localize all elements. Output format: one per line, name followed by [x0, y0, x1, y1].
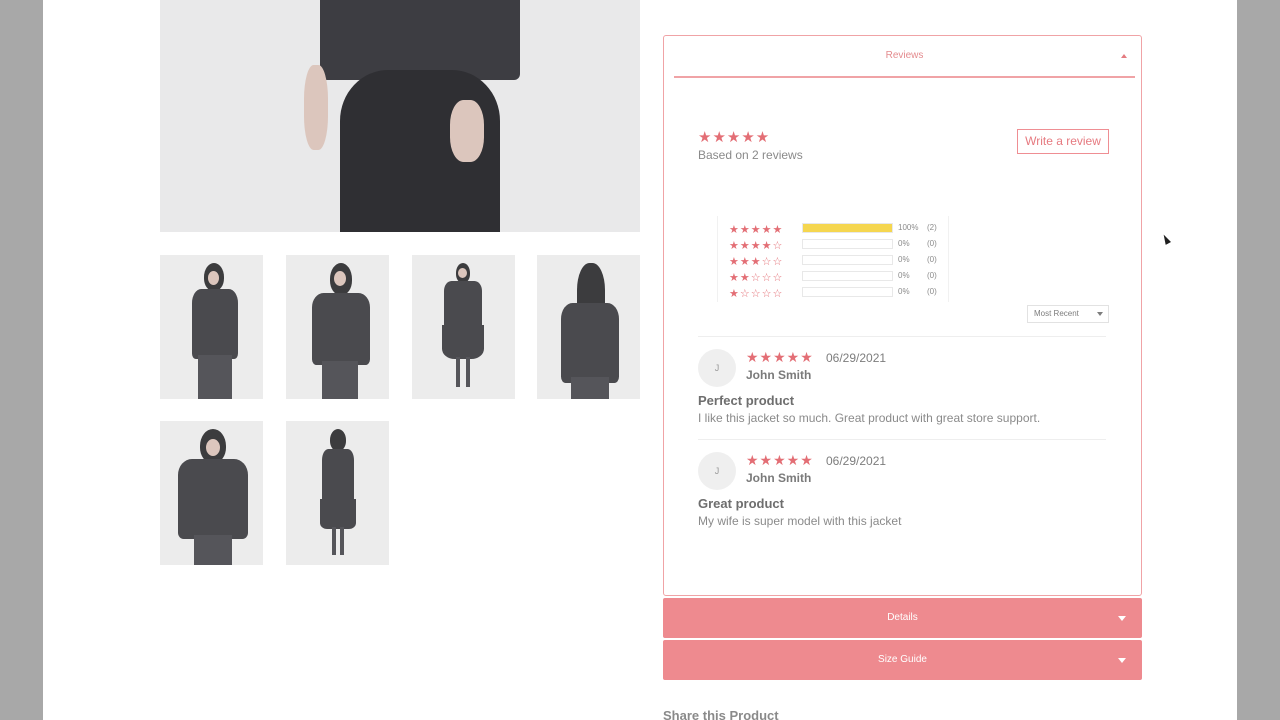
- histogram-percent: 0%: [898, 255, 910, 264]
- size-guide-label: Size Guide: [878, 654, 927, 665]
- histogram-row[interactable]: ★★☆☆☆ 0% (0): [718, 268, 950, 284]
- histogram-percent: 0%: [898, 287, 910, 296]
- histogram-stars: ★★☆☆☆: [729, 272, 784, 284]
- histogram-percent: 0%: [898, 239, 910, 248]
- product-page: Reviews ★★★★★ Based on 2 reviews Write a…: [43, 0, 1237, 720]
- details-accordion[interactable]: Details: [663, 598, 1142, 638]
- product-thumbnail[interactable]: [160, 255, 263, 399]
- review-author: John Smith: [746, 368, 812, 382]
- review-item: J ★★★★★ 06/29/2021 John Smith Perfect pr…: [698, 349, 1108, 439]
- histogram-stars: ★★★★★: [729, 224, 784, 236]
- histogram-count: (2): [927, 223, 937, 232]
- avatar: J: [698, 452, 736, 490]
- histogram-stars: ★★★☆☆: [729, 256, 784, 268]
- review-rating-stars: ★★★★★: [746, 349, 814, 365]
- model-figure: [300, 0, 540, 232]
- review-title: Great product: [698, 496, 784, 511]
- product-thumbnail[interactable]: [412, 255, 515, 399]
- histogram-bar: [802, 271, 893, 281]
- reviews-accordion-header[interactable]: Reviews: [674, 36, 1135, 78]
- histogram-percent: 100%: [898, 223, 919, 232]
- histogram-count: (0): [927, 255, 937, 264]
- summary-rating-stars: ★★★★★: [698, 129, 771, 146]
- histogram-row[interactable]: ★★★★★ 100% (2): [718, 220, 950, 236]
- review-author: John Smith: [746, 471, 812, 485]
- review-title: Perfect product: [698, 393, 795, 408]
- avatar: J: [698, 349, 736, 387]
- product-thumbnail[interactable]: [286, 421, 389, 565]
- histogram-row[interactable]: ★☆☆☆☆ 0% (0): [718, 284, 950, 300]
- reviews-panel: Reviews ★★★★★ Based on 2 reviews Write a…: [663, 35, 1142, 596]
- divider: [698, 336, 1106, 337]
- review-body: My wife is super model with this jacket: [698, 514, 902, 528]
- sort-reviews-select[interactable]: Most Recent: [1027, 305, 1109, 323]
- histogram-bar: [802, 255, 893, 265]
- size-guide-accordion[interactable]: Size Guide: [663, 640, 1142, 680]
- histogram-stars: ★★★★☆: [729, 240, 784, 252]
- caret-down-icon: [1118, 616, 1126, 621]
- histogram-bar: [802, 287, 893, 297]
- histogram-count: (0): [927, 239, 937, 248]
- histogram-row[interactable]: ★★★☆☆ 0% (0): [718, 252, 950, 268]
- histogram-bar: [802, 223, 893, 233]
- rating-histogram: ★★★★★ 100% (2) ★★★★☆ 0% (0) ★★★☆☆ 0% (0)…: [717, 216, 949, 302]
- histogram-percent: 0%: [898, 271, 910, 280]
- write-review-button[interactable]: Write a review: [1017, 129, 1109, 154]
- review-date: 06/29/2021: [826, 351, 887, 365]
- review-body: I like this jacket so much. Great produc…: [698, 411, 1041, 425]
- histogram-row[interactable]: ★★★★☆ 0% (0): [718, 236, 950, 252]
- sort-selected-value: Most Recent: [1034, 309, 1079, 318]
- chevron-down-icon: [1097, 312, 1103, 316]
- histogram-stars: ★☆☆☆☆: [729, 288, 784, 300]
- reviews-title: Reviews: [885, 50, 924, 61]
- review-rating-stars: ★★★★★: [746, 452, 814, 468]
- product-thumbnail[interactable]: [160, 421, 263, 565]
- product-thumbnail[interactable]: [537, 255, 640, 399]
- based-on-text: Based on 2 reviews: [698, 148, 803, 162]
- divider: [698, 439, 1106, 440]
- histogram-bar-fill: [803, 224, 892, 232]
- share-heading: Share this Product: [663, 708, 779, 720]
- product-thumbnail[interactable]: [286, 255, 389, 399]
- caret-down-icon: [1118, 658, 1126, 663]
- review-date: 06/29/2021: [826, 454, 887, 468]
- histogram-count: (0): [927, 287, 937, 296]
- details-label: Details: [887, 612, 918, 623]
- product-main-image[interactable]: [160, 0, 640, 232]
- histogram-count: (0): [927, 271, 937, 280]
- review-item: J ★★★★★ 06/29/2021 John Smith Great prod…: [698, 452, 1108, 542]
- histogram-bar: [802, 239, 893, 249]
- caret-up-icon[interactable]: [1121, 54, 1127, 58]
